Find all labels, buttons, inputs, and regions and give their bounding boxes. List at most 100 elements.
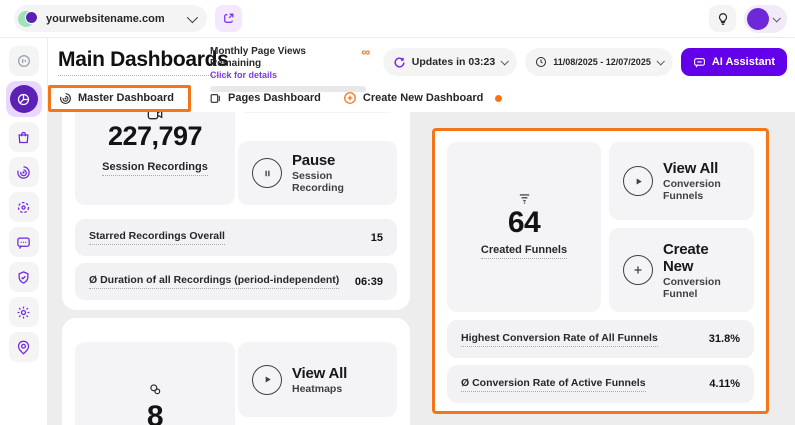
chevron-down-icon — [186, 11, 197, 22]
chevron-down-icon — [656, 57, 664, 65]
sidebar-item-session-recordings[interactable] — [9, 157, 39, 187]
avg-duration-row[interactable]: Ø Duration of all Recordings (period-ind… — [75, 263, 397, 300]
sidebar-item-feedback[interactable] — [9, 227, 39, 257]
avg-conversion-row[interactable]: Ø Conversion Rate of Active Funnels 4.11… — [447, 365, 754, 403]
gear-icon — [16, 305, 31, 320]
session-recordings-label: Session Recordings — [102, 161, 208, 176]
app-root: yourwebsitename.com — [0, 0, 795, 425]
view-all-funnels-title: View All — [663, 160, 740, 177]
notification-dot — [495, 95, 502, 102]
pause-icon — [252, 158, 282, 188]
view-all-heatmaps-button[interactable]: View All Heatmaps — [238, 342, 397, 417]
avg-duration-value: 06:39 — [355, 276, 383, 288]
website-name: yourwebsitename.com — [46, 13, 165, 25]
website-selector[interactable]: yourwebsitename.com — [14, 5, 207, 32]
video-camera-icon — [147, 112, 163, 121]
dashboards-icon — [10, 85, 38, 113]
page-title: Main Dashboards — [58, 48, 229, 76]
avatar — [747, 8, 769, 30]
pause-recording-button[interactable]: Pause Session Recording — [238, 141, 397, 205]
sidebar-item-profile[interactable] — [9, 332, 39, 362]
sidebar — [0, 38, 48, 425]
clock-icon — [535, 56, 547, 68]
heatmap-icon — [16, 200, 31, 215]
ai-chat-icon — [693, 56, 706, 69]
overview-icon — [16, 53, 32, 69]
highest-conversion-value: 31.8% — [709, 333, 740, 345]
session-recordings-panel: 227,797 Session Recordings Unseen Record… — [62, 112, 410, 310]
tab-master-label: Master Dashboard — [78, 92, 174, 104]
dashboard-content: 227,797 Session Recordings Unseen Record… — [48, 112, 795, 425]
pause-subtitle: Session Recording — [292, 170, 383, 194]
top-bar: yourwebsitename.com — [0, 0, 795, 38]
view-all-heatmaps-sub: Heatmaps — [292, 383, 347, 395]
master-dashboard-icon — [59, 92, 72, 105]
sidebar-item-seo[interactable] — [9, 262, 39, 292]
topbar-right — [709, 5, 787, 33]
view-all-funnels-sub: Conversion Funnels — [663, 178, 740, 202]
created-funnels-count: 64 — [508, 206, 540, 240]
plus-circle-icon — [343, 91, 357, 105]
avg-conversion-value: 4.11% — [709, 378, 740, 390]
website-favicon — [18, 9, 38, 29]
ai-assistant-button[interactable]: AI Assistant — [681, 48, 787, 76]
sidebar-item-dashboards[interactable] — [6, 81, 42, 117]
shield-check-icon — [16, 270, 31, 285]
refresh-icon — [393, 56, 406, 69]
highest-conversion-row[interactable]: Highest Conversion Rate of All Funnels 3… — [447, 320, 754, 358]
create-funnel-title: Create New — [663, 241, 740, 275]
starred-recordings-row[interactable]: Starred Recordings Overall 15 — [75, 219, 397, 256]
tab-pages-dashboard[interactable]: Pages Dashboard — [209, 92, 321, 105]
create-funnel-button[interactable]: Create New Conversion Funnel — [609, 228, 754, 312]
date-range-picker[interactable]: 11/08/2025 - 12/07/2025 — [525, 48, 673, 76]
header-actions: Updates in 03:23 11/08/2025 - 12/07/2025… — [383, 48, 787, 76]
play-icon — [623, 166, 653, 196]
shopping-bag-icon — [16, 130, 31, 145]
funnel-icon — [517, 192, 532, 206]
starred-recordings-value: 15 — [371, 232, 383, 244]
plus-icon — [623, 255, 653, 285]
heatmaps-stat-card[interactable]: 8 — [75, 342, 235, 425]
chevron-down-icon — [501, 57, 509, 65]
play-icon — [252, 365, 282, 395]
ideas-button[interactable] — [709, 5, 736, 32]
view-all-funnels-button[interactable]: View All Conversion Funnels — [609, 142, 754, 220]
external-link-icon — [222, 12, 235, 25]
date-range-label: 11/08/2025 - 12/07/2025 — [553, 57, 651, 67]
avg-conversion-label: Ø Conversion Rate of Active Funnels — [461, 377, 646, 392]
session-recordings-count: 227,797 — [108, 121, 202, 152]
view-all-heatmaps-title: View All — [292, 365, 347, 382]
click-icon — [148, 382, 162, 396]
heatmaps-panel: 8 View All Heatmaps — [62, 318, 410, 425]
created-funnels-stat-card[interactable]: 64 Created Funnels — [447, 142, 601, 312]
unseen-recordings-card[interactable]: Unseen Recordings — [238, 112, 397, 113]
highest-conversion-label: Highest Conversion Rate of All Funnels — [461, 332, 658, 347]
account-menu[interactable] — [744, 5, 787, 33]
created-funnels-label: Created Funnels — [481, 244, 567, 259]
page-header: Main Dashboards Monthly Page Views Remai… — [48, 38, 795, 112]
monthly-details-link[interactable]: Click for details — [210, 70, 370, 80]
ai-assistant-label: AI Assistant — [712, 56, 775, 68]
updates-dropdown[interactable]: Updates in 03:23 — [383, 48, 517, 76]
open-website-button[interactable] — [215, 5, 242, 32]
tab-create-dashboard[interactable]: Create New Dashboard — [343, 91, 502, 105]
dashboard-tabs: Master Dashboard Pages Dashboard Create … — [48, 84, 502, 112]
heatmaps-count: 8 — [147, 400, 163, 425]
monthly-pageviews-label: Monthly Page Views Remaining — [210, 46, 330, 69]
sidebar-item-heatmaps[interactable] — [9, 192, 39, 222]
tab-master-dashboard[interactable]: Master Dashboard — [59, 92, 174, 105]
sidebar-item-settings[interactable] — [9, 297, 39, 327]
lightbulb-icon — [716, 12, 730, 26]
tab-pages-label: Pages Dashboard — [228, 92, 321, 104]
session-recordings-stat-card[interactable]: 227,797 Session Recordings — [75, 112, 235, 205]
pages-dashboard-icon — [209, 92, 222, 105]
infinity-badge: ∞ — [361, 46, 370, 58]
sidebar-item-overview[interactable] — [9, 46, 39, 76]
avg-duration-label: Ø Duration of all Recordings (period-ind… — [89, 274, 339, 289]
pause-title: Pause — [292, 152, 383, 169]
sidebar-item-ecommerce[interactable] — [9, 122, 39, 152]
starred-recordings-label: Starred Recordings Overall — [89, 230, 225, 245]
user-pin-icon — [16, 340, 31, 355]
chat-bubble-icon — [16, 235, 31, 250]
tab-create-label: Create New Dashboard — [363, 92, 483, 104]
